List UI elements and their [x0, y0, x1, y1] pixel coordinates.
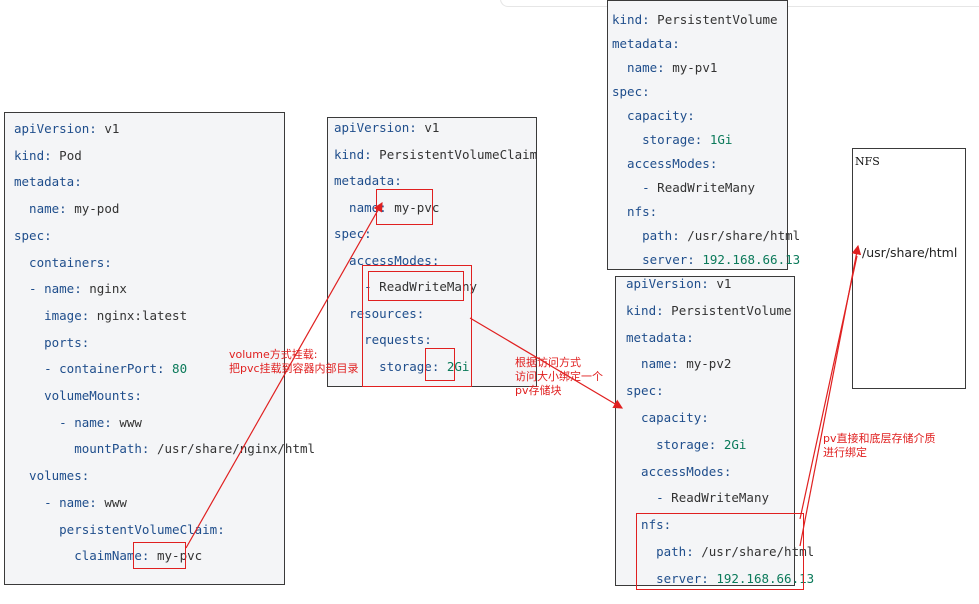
- pv2-to-nfs-arrow-2: [799, 255, 858, 520]
- storage-note: pv直接和底层存储介质 进行绑定: [823, 432, 936, 459]
- bind-note: 根据访问方式 访问大小绑定一个 pv存储块: [515, 356, 603, 397]
- connector-arrows: [185, 201, 862, 549]
- mount-note: volume方式挂载: 把pvc挂载到容器内部目录: [229, 348, 359, 375]
